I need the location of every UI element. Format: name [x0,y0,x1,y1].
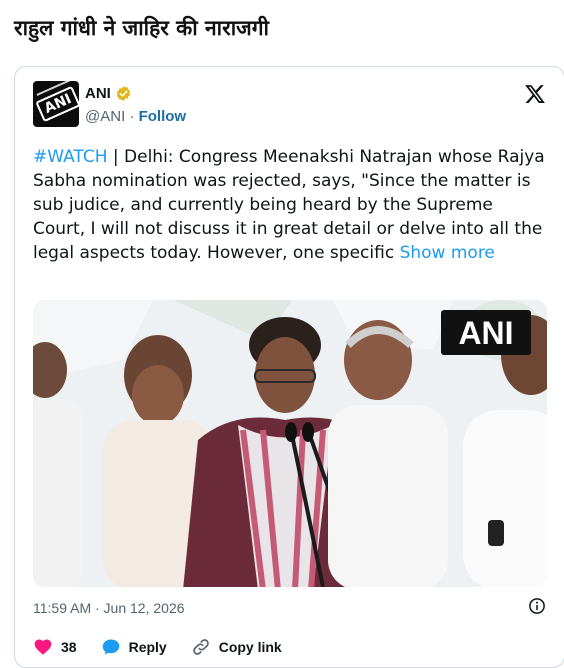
author-avatar[interactable]: ANI [33,81,79,127]
link-icon [192,639,209,655]
verified-badge-icon [116,86,131,101]
copy-link-label: Copy link [218,639,282,655]
press-conference-photo: ANI [33,300,547,587]
like-button[interactable]: 38 [33,637,77,657]
reply-label: Reply [128,639,167,655]
heart-icon [34,639,52,655]
article-headline: राहुल गांधी ने जाहिर की नाराजगी [14,16,269,40]
tweet-media-image[interactable]: ANI [33,300,547,587]
x-logo-icon[interactable] [524,83,546,105]
follow-link[interactable]: Follow [139,108,187,125]
author-handle[interactable]: @ANI [85,108,125,125]
copy-link-button[interactable]: Copy link [191,637,282,657]
like-count: 38 [61,639,77,655]
separator-dot: · [129,108,139,125]
speech-bubble-icon [102,639,119,655]
handle-row: @ANI · Follow [85,108,186,125]
image-watermark: ANI [458,315,513,351]
tweet-actions: 38 Reply Copy link [33,637,306,657]
author-name-row[interactable]: ANI [85,85,132,102]
tweet-timestamp[interactable]: 11:59 AM · Jun 12, 2026 [33,600,185,616]
tweet-text: #WATCH | Delhi: Congress Meenakshi Natra… [33,145,545,265]
tweet-embed-card[interactable]: ANI ANI @ANI · Follow #WATCH | Delhi: Co… [14,66,564,668]
author-name[interactable]: ANI [85,85,111,102]
hashtag-link[interactable]: #WATCH [33,147,107,167]
info-icon[interactable] [528,597,546,615]
show-more-link[interactable]: Show more [400,243,495,263]
reply-button[interactable]: Reply [101,637,167,657]
